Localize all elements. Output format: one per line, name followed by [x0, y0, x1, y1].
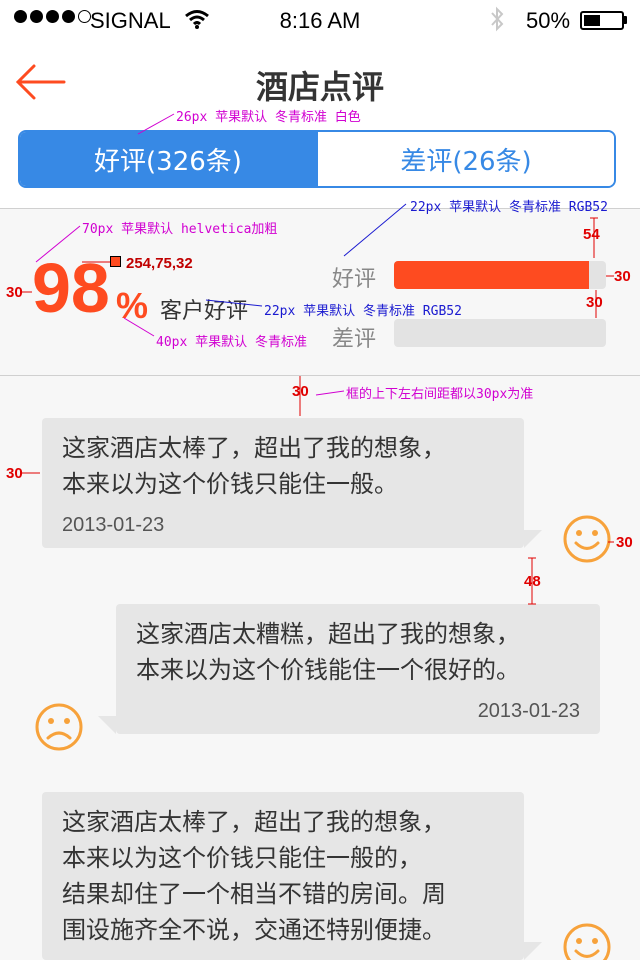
battery-percent: 50% [526, 8, 571, 33]
annotation-pct-spec: 40px 苹果默认 冬青标准 [156, 335, 307, 350]
segmented-control: 好评(326条) 差评(26条) [18, 130, 616, 188]
dimension-label: 30 [616, 534, 633, 551]
divider [0, 375, 640, 376]
dimension-label: 30 [614, 268, 631, 285]
bad-bar-label: 差评 [332, 327, 377, 352]
page-title: 酒店点评 [255, 68, 384, 106]
smile-icon [563, 515, 611, 563]
annotation-tab-spec: 26px 苹果默认 冬青标准 白色 [176, 110, 361, 125]
tab-bad-reviews[interactable]: 差评(26条) [316, 132, 614, 186]
battery-cap [624, 16, 627, 24]
bluetooth-icon [491, 6, 504, 32]
bubble-tail [524, 530, 542, 548]
comment-bubble: 这家酒店太糟糕，超出了我的想象， 本来以为这个价钱能住一个很好的。 2013-0… [116, 604, 600, 734]
dimension-label: 30 [586, 294, 603, 311]
annotation-spacing-note: 框的上下左右间距都以30px为准 [346, 387, 534, 402]
good-rate-unit: % [116, 285, 149, 326]
good-rate-value: 98 [32, 249, 110, 327]
comment-bubble: 这家酒店太棒了，超出了我的想象， 本来以为这个价钱只能住一般。 2013-01-… [42, 418, 524, 548]
annotation-bar-label-spec: 22px 苹果默认 冬青标准 RGB52 [410, 200, 608, 215]
annotation-big-number-spec: 70px 苹果默认 helvetica加粗 [82, 222, 278, 237]
comment-date: 2013-01-23 [477, 700, 580, 722]
smile-icon [563, 923, 611, 960]
dimension-label: 48 [524, 573, 541, 590]
battery-icon [580, 11, 624, 30]
sad-icon [35, 703, 83, 751]
dimension-label: 30 [6, 465, 23, 482]
annotation-color-spec: 254,75,32 [126, 255, 193, 272]
comment-text: 这家酒店太糟糕，超出了我的想象， 本来以为这个价钱能住一个很好的。 [136, 620, 520, 684]
tab-good-reviews[interactable]: 好评(326条) [20, 132, 316, 186]
comment-bubble: 这家酒店太棒了，超出了我的想象， 本来以为这个价钱只能住一般的， 结果却住了一个… [42, 792, 524, 960]
dimension-label: 54 [583, 226, 600, 243]
comment-date: 2013-01-23 [62, 514, 165, 536]
annotation-rate-label-spec: 22px 苹果默认 冬青标准 RGB52 [264, 304, 462, 319]
bad-bar [394, 319, 606, 347]
dimension-label: 30 [6, 284, 23, 301]
bubble-tail [524, 942, 542, 960]
good-bar-label: 好评 [332, 267, 377, 292]
good-bar [394, 261, 606, 289]
good-rate-label: 客户好评 [160, 299, 249, 324]
status-bar: SIGNAL 8:16 AM 50% [0, 0, 640, 40]
dimension-label: 30 [292, 383, 309, 400]
comment-text: 这家酒店太棒了，超出了我的想象， 本来以为这个价钱只能住一般。 [62, 434, 446, 498]
comment-text: 这家酒店太棒了，超出了我的想象， 本来以为这个价钱只能住一般的， 结果却住了一个… [62, 808, 446, 944]
color-swatch [110, 256, 121, 267]
bubble-tail [98, 716, 116, 734]
